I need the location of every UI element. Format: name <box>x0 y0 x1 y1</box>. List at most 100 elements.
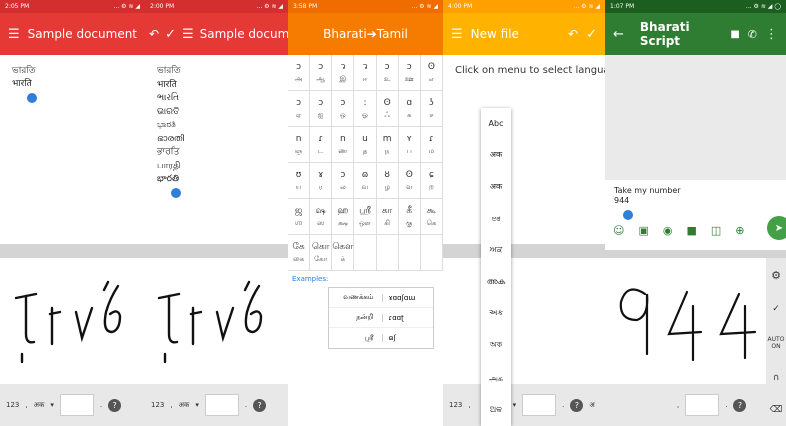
grid-cell[interactable]: ɕற <box>420 163 443 199</box>
grid-cell[interactable]: ɔஊ <box>398 55 421 91</box>
menu-item[interactable]: ਅਕ <box>490 245 502 255</box>
key-period[interactable]: . <box>562 401 564 409</box>
grid-cell[interactable]: ஹ க்ஷ <box>332 199 355 235</box>
backspace-icon[interactable]: ? <box>108 398 122 412</box>
key-comma[interactable]: , <box>170 401 172 409</box>
grid-cell[interactable]: ɾம <box>420 127 443 163</box>
check-icon[interactable]: ✓ <box>165 27 176 42</box>
key-123[interactable]: 123 <box>151 401 164 409</box>
image-icon[interactable]: ▣ <box>638 224 648 237</box>
grid-cell[interactable]: ɑக <box>398 91 421 127</box>
menu-icon[interactable]: ☰ <box>451 27 463 42</box>
grid-cell[interactable]: ɷவ <box>354 163 377 199</box>
location-icon[interactable]: ⊕ <box>735 224 744 237</box>
grid-cell[interactable]: கூ கெ <box>420 199 443 235</box>
auto-toggle[interactable]: AUTO ON <box>766 336 786 350</box>
back-arrow-icon[interactable]: ← <box>613 27 624 42</box>
backspace-icon[interactable]: ? <box>253 398 267 412</box>
grid-cell[interactable]: ʘஃ <box>376 91 399 127</box>
phone-icon[interactable]: ✆ <box>748 28 757 41</box>
grid-cell[interactable]: ȣழ <box>376 163 399 199</box>
key-period[interactable]: . <box>100 401 102 409</box>
document-text[interactable]: ভারতি भारति ભારતિ ଭାରତି ಭಾರತಿ ഭാരതി ਭਾਰਤ… <box>145 55 288 187</box>
text-cursor-handle[interactable] <box>27 93 37 103</box>
grid-cell[interactable]: uத <box>354 127 377 163</box>
handwriting-area[interactable] <box>443 258 605 384</box>
undo-icon[interactable]: ↶ <box>149 27 159 41</box>
backspace-icon[interactable]: ⌫ <box>770 405 783 415</box>
grid-cell[interactable]: ɔல <box>332 163 355 199</box>
grid-cell[interactable]: nஞ <box>288 127 311 163</box>
video-icon[interactable]: ■ <box>730 29 739 40</box>
text-cursor-handle[interactable] <box>171 188 181 198</box>
menu-item[interactable]: अक <box>490 149 502 160</box>
grid-cell[interactable]: ʏப <box>398 127 421 163</box>
chevron-down-icon[interactable]: ▾ <box>195 401 199 409</box>
more-icon[interactable]: ⋮ <box>765 27 778 42</box>
space-key[interactable] <box>522 394 557 416</box>
grid-cell[interactable]: ɔஅ <box>288 55 311 91</box>
backspace-icon[interactable]: ? <box>570 398 584 412</box>
grid-cell[interactable]: ɔஏ <box>288 91 311 127</box>
grid-cell[interactable]: கே கை <box>288 235 311 271</box>
key-language-2[interactable]: अ <box>589 401 594 410</box>
grid-cell[interactable]: ɔஐ <box>310 91 333 127</box>
grid-cell[interactable]: கா கி <box>376 199 399 235</box>
key-comma[interactable]: , <box>468 401 470 409</box>
grid-cell[interactable]: ʖச <box>420 91 443 127</box>
grid-cell[interactable]: ஷஸ <box>310 199 333 235</box>
key-123[interactable]: 123 <box>6 401 19 409</box>
key-period[interactable]: . <box>725 401 727 409</box>
grid-cell[interactable]: วஈ <box>354 55 377 91</box>
grid-cell[interactable]: கொ கோ <box>310 235 333 271</box>
grid-cell[interactable]: mந <box>376 127 399 163</box>
key-language[interactable]: अक <box>34 401 45 410</box>
menu-item[interactable]: अक <box>490 181 502 192</box>
camera-icon[interactable]: ◉ <box>663 224 673 237</box>
key-language[interactable]: अक <box>179 401 190 410</box>
grid-cell[interactable]: ɔஉ <box>376 55 399 91</box>
key-comma[interactable]: , <box>677 401 679 409</box>
emoji-icon[interactable]: ☺ <box>613 224 624 237</box>
settings-icon[interactable]: ⚙ <box>771 269 781 282</box>
key-period[interactable]: . <box>245 401 247 409</box>
grid-cell[interactable]: ʊய <box>288 163 311 199</box>
handwriting-area[interactable] <box>145 258 288 384</box>
chevron-down-icon[interactable]: ▾ <box>50 401 54 409</box>
text-cursor-handle[interactable] <box>623 210 633 220</box>
grid-cell[interactable]: ɾட <box>310 127 333 163</box>
video-icon[interactable]: ■ <box>686 224 696 237</box>
grid-cell[interactable]: ɤர <box>310 163 333 199</box>
grid-cell[interactable]: கௌ க் <box>332 235 355 271</box>
menu-item[interactable]: അക <box>487 277 506 287</box>
menu-item[interactable]: Abc <box>489 119 504 128</box>
menu-item[interactable]: ಅಕ <box>492 214 501 224</box>
menu-icon[interactable]: ☰ <box>8 27 20 42</box>
chevron-down-icon[interactable]: ▾ <box>513 401 517 409</box>
grid-cell[interactable]: ஸ்ரீ ஔ <box>354 199 377 235</box>
grid-cell[interactable] <box>354 235 377 271</box>
menu-item[interactable]: અક <box>489 308 503 318</box>
key-comma[interactable]: , <box>25 401 27 409</box>
undo-icon[interactable]: ∩ <box>773 373 780 383</box>
grid-cell[interactable]: கீ கு <box>398 199 421 235</box>
grid-cell[interactable]: ʘஎ <box>420 55 443 91</box>
document-text[interactable]: ভারতি भारति <box>0 55 145 101</box>
grid-cell[interactable]: ɔஒ <box>332 91 355 127</box>
handwriting-area[interactable] <box>605 258 766 384</box>
space-key[interactable] <box>59 394 94 416</box>
grid-cell[interactable] <box>398 235 421 271</box>
undo-icon[interactable]: ↶ <box>568 27 578 41</box>
grid-cell[interactable] <box>376 235 399 271</box>
grid-cell[interactable]: nண <box>332 127 355 163</box>
menu-icon[interactable]: ☰ <box>182 27 194 42</box>
message-text[interactable]: Take my number 944 <box>605 180 786 212</box>
grid-cell[interactable]: วஇ <box>332 55 355 91</box>
menu-item[interactable]: অক <box>490 339 503 352</box>
sticker-icon[interactable]: ◫ <box>711 224 721 237</box>
space-key[interactable] <box>204 394 239 416</box>
grid-cell[interactable]: ɔஆ <box>310 55 333 91</box>
check-icon[interactable]: ✓ <box>772 304 780 314</box>
handwriting-area[interactable] <box>0 258 145 384</box>
help-icon[interactable]: ? <box>733 398 747 412</box>
